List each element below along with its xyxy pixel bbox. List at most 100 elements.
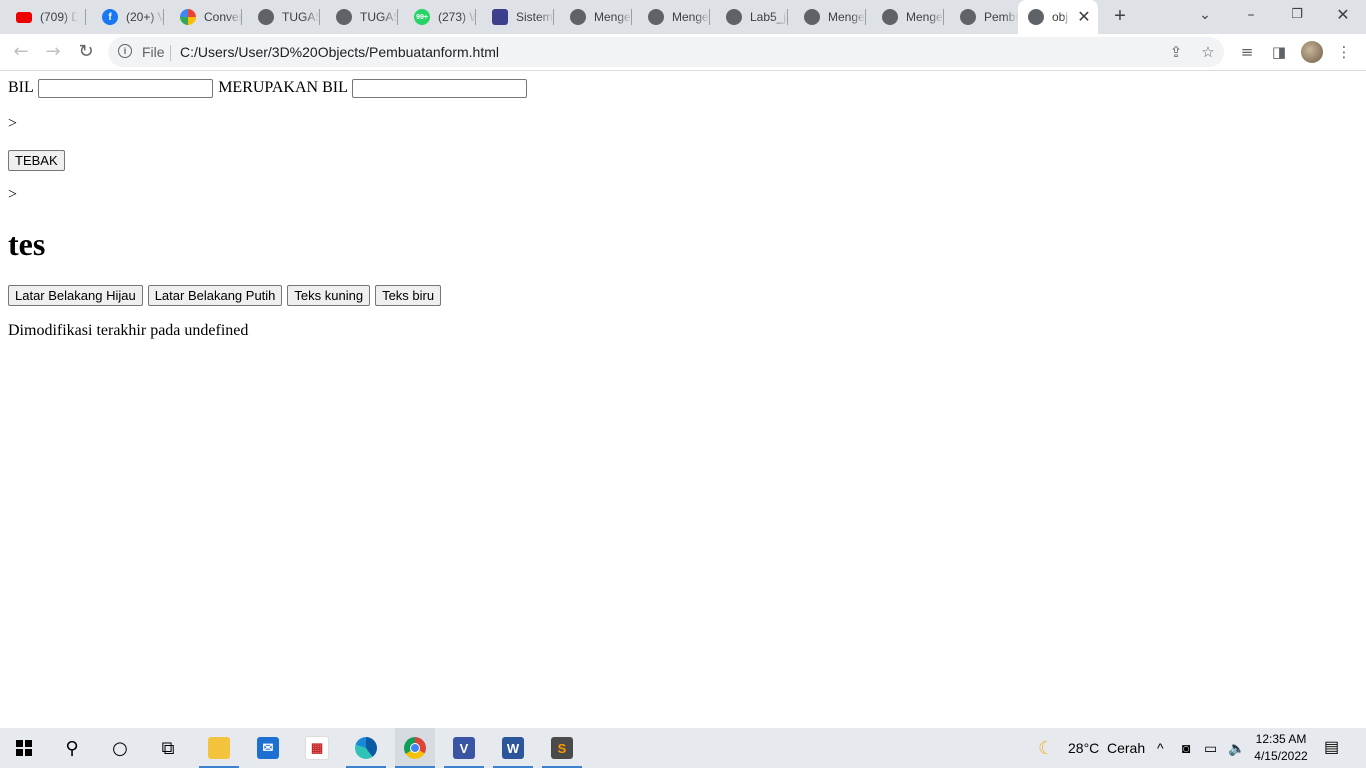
globe-icon — [1028, 9, 1044, 25]
google-icon — [180, 9, 196, 25]
tebak-button[interactable]: TEBAK — [8, 150, 65, 171]
tab-convert[interactable]: Conver — [164, 0, 242, 34]
green-background-button[interactable]: Latar Belakang Hijau — [8, 285, 143, 306]
merupakan-label: MERUPAKAN BIL — [218, 79, 348, 97]
tab-search-chevron-icon[interactable]: ⌄ — [1182, 0, 1228, 32]
start-button[interactable] — [4, 728, 44, 768]
youtube-icon — [16, 11, 32, 23]
task-view-button[interactable]: ⧉ — [148, 728, 188, 768]
address-bar[interactable]: i File C:/Users/User/3D%20Objects/Pembua… — [108, 37, 1224, 67]
show-hidden-icons-chevron-icon[interactable]: ^ — [1157, 728, 1164, 768]
word-icon: W — [502, 737, 524, 759]
white-background-button[interactable]: Latar Belakang Putih — [147, 285, 283, 306]
sistem-icon — [492, 9, 508, 25]
mail-icon: ✉ — [257, 737, 279, 759]
edge-button[interactable] — [346, 728, 386, 768]
color-buttons-row: Latar Belakang Hijau Latar Belakang Puti… — [8, 285, 442, 306]
minimize-button[interactable]: – — [1228, 0, 1274, 32]
close-tab-icon[interactable]: ✕ — [1076, 7, 1092, 27]
new-tab-button[interactable]: + — [1108, 4, 1132, 28]
tab-tugas-1[interactable]: TUGAS — [242, 0, 320, 34]
sublime-button[interactable]: S — [542, 728, 582, 768]
page-heading: tes — [8, 226, 46, 262]
globe-icon — [960, 9, 976, 25]
volume-icon[interactable]: 🔈 — [1228, 728, 1245, 768]
edge-icon — [355, 737, 377, 759]
tab-active-obj[interactable]: obj ✕ — [1018, 0, 1098, 34]
tab-title: TUGAS — [282, 10, 320, 24]
tab-lab5[interactable]: Lab5_ja — [710, 0, 788, 34]
tab-title: Sistem — [516, 10, 553, 24]
visio-button[interactable]: V — [444, 728, 484, 768]
tab-sistem[interactable]: Sistem — [476, 0, 554, 34]
tab-menge-3[interactable]: Menge — [788, 0, 866, 34]
chrome-button[interactable] — [395, 728, 435, 768]
profile-avatar[interactable] — [1301, 41, 1323, 63]
yellow-text-button[interactable]: Teks kuning — [287, 285, 371, 306]
tab-menge-4[interactable]: Menge — [866, 0, 944, 34]
share-icon[interactable]: ⇪ — [1166, 42, 1186, 62]
task-view-icon: ⧉ — [161, 737, 175, 759]
weather-desc[interactable]: Cerah — [1107, 728, 1145, 768]
browser-toolbar: ← → ↻ i File C:/Users/User/3D%20Objects/… — [0, 34, 1366, 71]
tab-title: obj — [1052, 10, 1069, 24]
stray-gt-text: > — [8, 186, 18, 203]
reading-list-icon[interactable]: ≡ — [1237, 42, 1257, 62]
windows-taskbar: ⚲ ○ ⧉ ✉ ▦ V W S ☾ 28°C Cerah ^ ◙ ▭ 🔈 12:… — [0, 728, 1366, 768]
tab-title: (709) D — [40, 10, 78, 24]
globe-icon — [648, 9, 664, 25]
tab-facebook[interactable]: f (20+) V — [86, 0, 164, 34]
tab-pembu[interactable]: Pembu — [944, 0, 1018, 34]
tab-youtube[interactable]: (709) D — [0, 0, 86, 34]
blue-text-button[interactable]: Teks biru — [375, 285, 442, 306]
guess-form-row: BIL MERUPAKAN BIL — [8, 79, 528, 98]
cortana-button[interactable]: ○ — [100, 728, 140, 768]
globe-icon — [570, 9, 586, 25]
stray-gt-text: > — [8, 115, 18, 132]
tab-strip: (709) D f (20+) V Conver TUGAS TUGAS 99+… — [0, 0, 1366, 34]
bookmark-star-icon[interactable]: ☆ — [1198, 42, 1218, 62]
gift-app-button[interactable]: ▦ — [297, 728, 337, 768]
menu-kebab-icon[interactable]: ⋮ — [1334, 42, 1354, 62]
tab-tugas-2[interactable]: TUGAS — [320, 0, 398, 34]
globe-icon — [258, 9, 274, 25]
tab-menge-2[interactable]: Menge — [632, 0, 710, 34]
tab-title: (273) W — [438, 10, 476, 24]
battery-icon[interactable]: ▭ — [1204, 728, 1217, 768]
tab-title: Menge — [672, 10, 709, 24]
tab-title: Menge — [594, 10, 631, 24]
info-icon[interactable]: i — [118, 44, 132, 58]
chrome-icon — [404, 737, 426, 759]
reload-button[interactable]: ↻ — [74, 40, 98, 64]
clock-time: 12:35 AM — [1255, 732, 1307, 746]
tab-title: Lab5_ja — [750, 10, 788, 24]
notifications-icon[interactable]: ▤ — [1324, 728, 1339, 768]
weather-moon-icon[interactable]: ☾ — [1038, 728, 1054, 768]
taskbar-clock[interactable]: 12:35 AM 4/15/2022 — [1250, 731, 1312, 765]
forward-button[interactable]: → — [41, 40, 65, 64]
close-window-button[interactable]: ✕ — [1320, 0, 1366, 32]
bil-input[interactable] — [38, 79, 214, 98]
meet-now-icon[interactable]: ◙ — [1182, 728, 1190, 768]
tab-title: TUGAS — [360, 10, 398, 24]
weather-temp[interactable]: 28°C — [1068, 728, 1099, 768]
url-text[interactable]: C:/Users/User/3D%20Objects/Pembuatanform… — [180, 44, 499, 60]
tab-menge-1[interactable]: Menge — [554, 0, 632, 34]
word-button[interactable]: W — [493, 728, 533, 768]
tab-title: (20+) V — [126, 10, 164, 24]
search-button[interactable]: ⚲ — [52, 728, 92, 768]
clock-date: 4/15/2022 — [1254, 749, 1308, 763]
merupakan-input[interactable] — [352, 79, 528, 98]
windows-logo-icon — [16, 740, 32, 756]
file-explorer-button[interactable] — [199, 728, 239, 768]
globe-icon — [726, 9, 742, 25]
search-icon: ⚲ — [65, 737, 79, 759]
side-panel-icon[interactable]: ◨ — [1269, 42, 1289, 62]
page-content: BIL MERUPAKAN BIL > TEBAK > tes Latar Be… — [0, 71, 1366, 728]
globe-icon — [804, 9, 820, 25]
whatsapp-icon: 99+ — [414, 9, 430, 25]
restore-button[interactable]: ❐ — [1274, 0, 1320, 32]
tab-whatsapp[interactable]: 99+ (273) W — [398, 0, 476, 34]
mail-button[interactable]: ✉ — [248, 728, 288, 768]
back-button[interactable]: ← — [9, 40, 33, 64]
